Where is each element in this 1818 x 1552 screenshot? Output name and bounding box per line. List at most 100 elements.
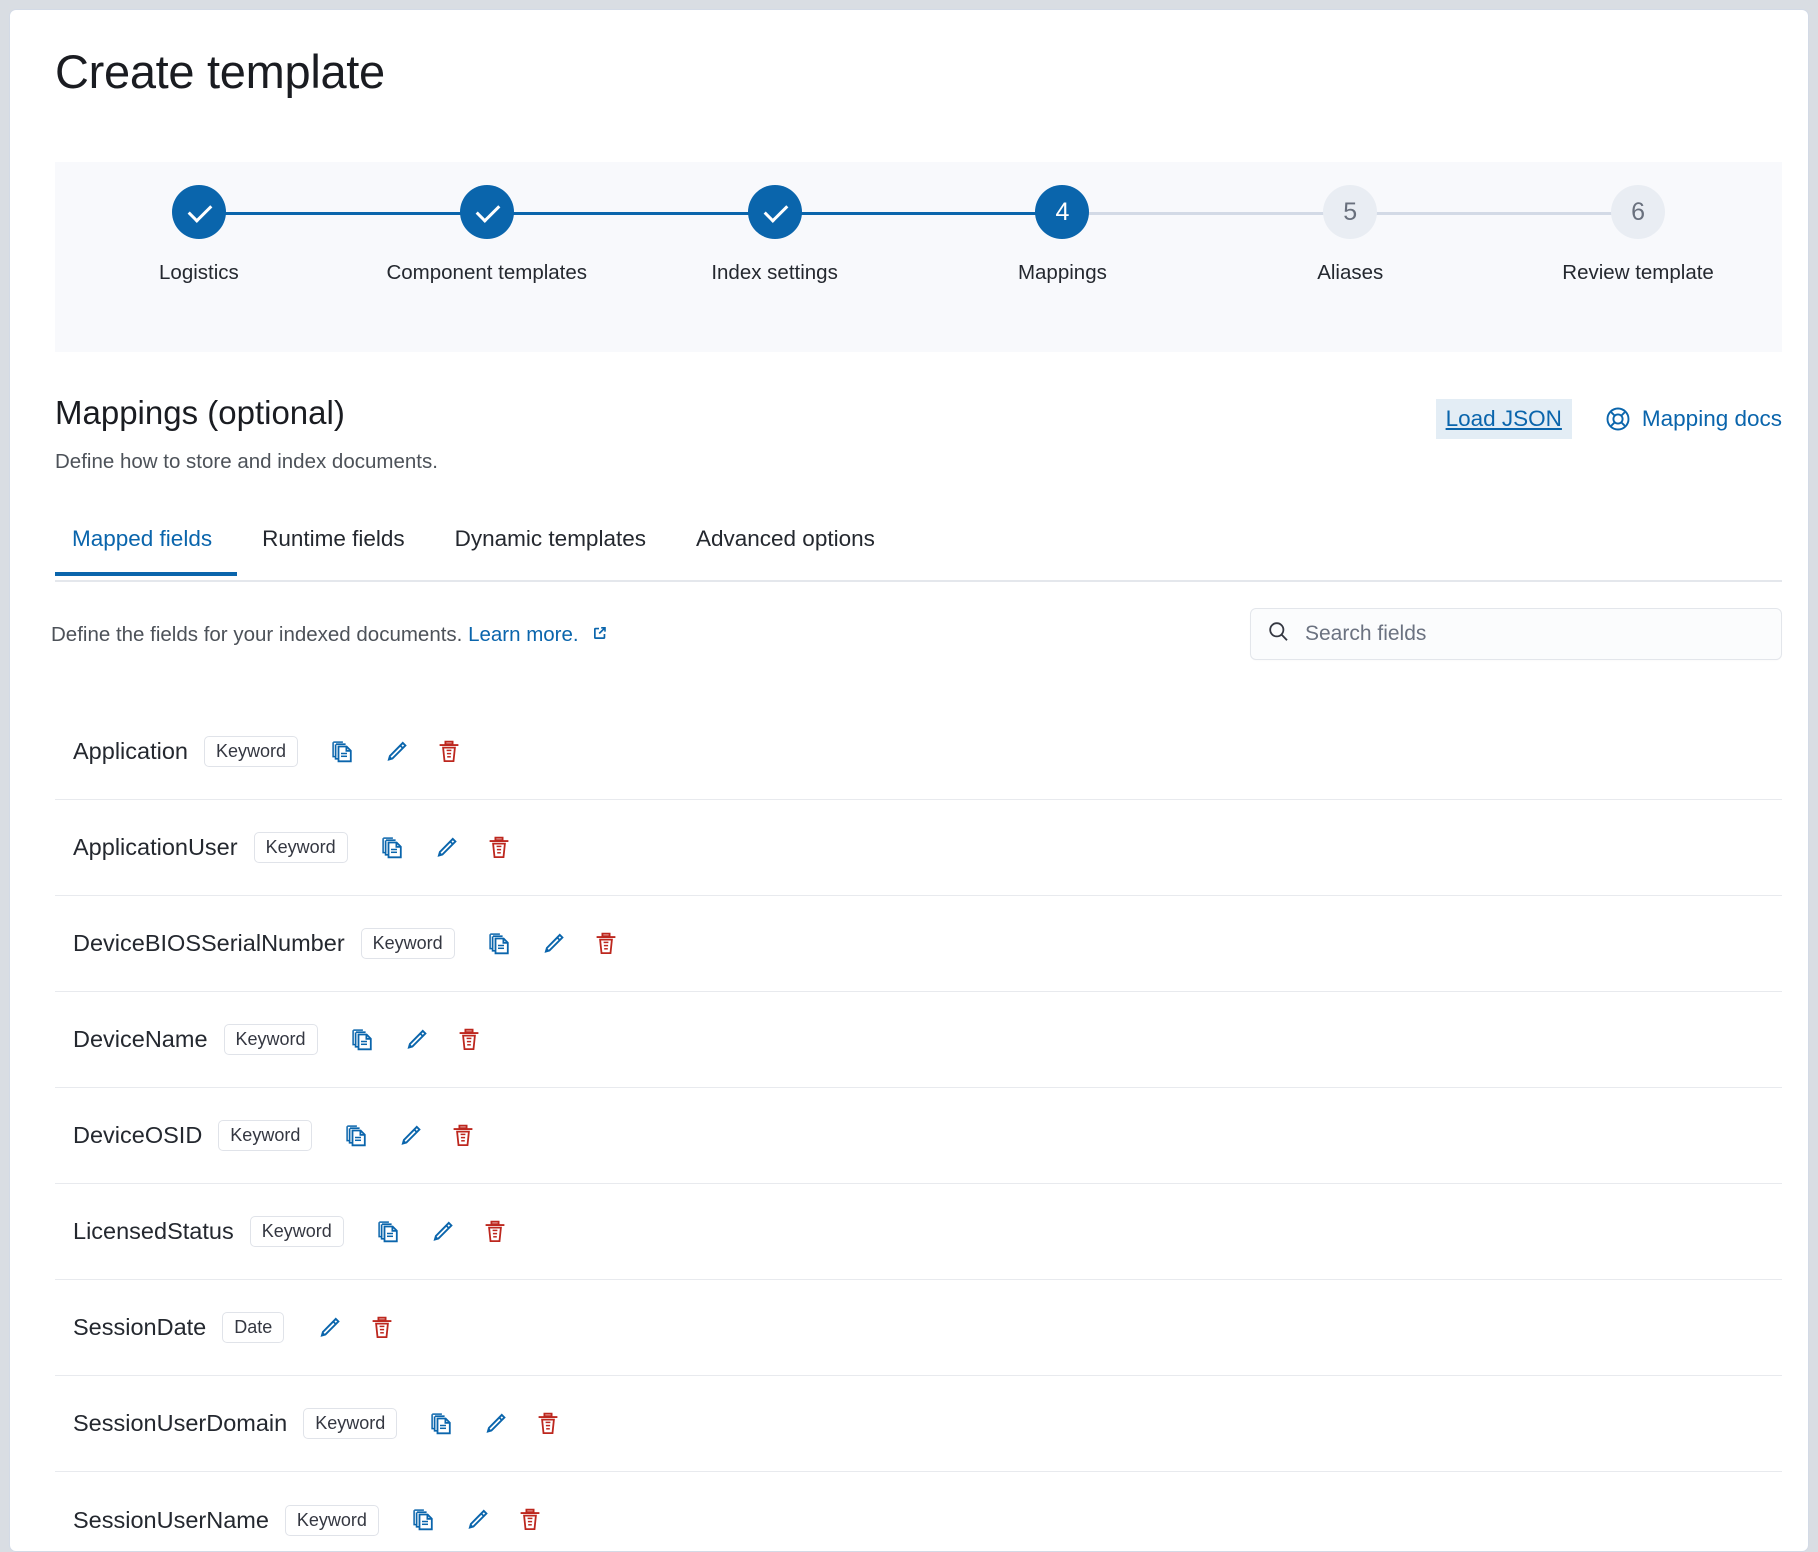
mapping-docs-link[interactable]: Mapping docs bbox=[1605, 406, 1782, 432]
documents-copy-icon[interactable] bbox=[427, 1409, 457, 1439]
tab-runtime-fields[interactable]: Runtime fields bbox=[237, 526, 430, 574]
documents-copy-icon[interactable] bbox=[485, 929, 515, 959]
stepper-step-label: Mappings bbox=[942, 257, 1182, 288]
section-header-actions: Load JSON Mapping docs bbox=[1436, 399, 1782, 439]
field-name: ApplicationUser bbox=[73, 834, 238, 861]
pencil-edit-icon[interactable] bbox=[431, 833, 461, 863]
pencil-edit-icon[interactable] bbox=[462, 1505, 492, 1535]
field-name: DeviceBIOSSerialNumber bbox=[73, 930, 345, 957]
learn-more-label: Learn more. bbox=[468, 623, 579, 646]
field-type-badge: Date bbox=[222, 1312, 284, 1343]
table-row: DeviceOSIDKeyword bbox=[55, 1088, 1782, 1184]
stepper-step-component-templates[interactable]: Component templates bbox=[367, 162, 607, 288]
pencil-edit-icon[interactable] bbox=[395, 1121, 425, 1151]
trash-delete-icon[interactable] bbox=[434, 737, 464, 767]
step-number: 4 bbox=[1035, 185, 1089, 239]
trash-delete-icon[interactable] bbox=[484, 833, 514, 863]
section-subtitle: Define how to store and index documents. bbox=[55, 450, 1782, 474]
documents-copy-icon[interactable] bbox=[342, 1121, 372, 1151]
external-link-icon bbox=[590, 623, 610, 649]
field-row-actions bbox=[374, 1217, 510, 1247]
table-row: LicensedStatus Keyword bbox=[55, 1184, 1782, 1280]
table-row: SessionDate Date bbox=[55, 1280, 1782, 1376]
fields-description-text: Define the fields for your indexed docum… bbox=[51, 623, 462, 646]
field-name: SessionUserDomain bbox=[73, 1410, 287, 1437]
section-header: Mappings (optional) Define how to store … bbox=[55, 393, 1782, 474]
trash-delete-icon[interactable] bbox=[454, 1025, 484, 1055]
wizard-stepper: Logistics Component templates Index settin… bbox=[55, 162, 1782, 352]
field-row-actions bbox=[427, 1409, 563, 1439]
trash-delete-icon[interactable] bbox=[591, 929, 621, 959]
field-name: SessionUserName bbox=[73, 1507, 269, 1534]
tab-mapped-fields[interactable]: Mapped fields bbox=[55, 526, 237, 574]
table-row: DeviceName Keyword bbox=[55, 992, 1782, 1088]
table-row: Application Keyword bbox=[55, 704, 1782, 800]
table-row: SessionUserNameKeyword bbox=[55, 1472, 1782, 1552]
mapping-docs-label: Mapping docs bbox=[1642, 406, 1782, 432]
documents-copy-icon[interactable] bbox=[328, 737, 358, 767]
field-row-actions bbox=[314, 1313, 397, 1343]
documents-copy-icon[interactable] bbox=[348, 1025, 378, 1055]
field-type-badge: Keyword bbox=[254, 832, 348, 863]
table-row: SessionUserDomain Keyword bbox=[55, 1376, 1782, 1472]
stepper-step-label: Logistics bbox=[79, 257, 319, 288]
pencil-edit-icon[interactable] bbox=[538, 929, 568, 959]
field-row-actions bbox=[409, 1505, 545, 1535]
fields-description: Define the fields for your indexed docum… bbox=[51, 623, 610, 649]
trash-delete-icon[interactable] bbox=[515, 1505, 545, 1535]
load-json-button[interactable]: Load JSON bbox=[1436, 399, 1572, 439]
trash-delete-icon[interactable] bbox=[367, 1313, 397, 1343]
step-number: 6 bbox=[1611, 185, 1665, 239]
pencil-edit-icon[interactable] bbox=[401, 1025, 431, 1055]
mapped-fields-list: Application Keyword ApplicationUser Keyword… bbox=[55, 704, 1782, 1552]
page-title: Create template bbox=[55, 48, 385, 95]
trash-delete-icon[interactable] bbox=[480, 1217, 510, 1247]
field-name: LicensedStatus bbox=[73, 1218, 234, 1245]
field-type-badge: Keyword bbox=[204, 736, 298, 767]
search-input[interactable] bbox=[1303, 621, 1765, 647]
tab-advanced-options[interactable]: Advanced options bbox=[671, 526, 900, 574]
field-name: Application bbox=[73, 738, 188, 765]
table-row: ApplicationUser Keyword bbox=[55, 800, 1782, 896]
pencil-edit-icon[interactable] bbox=[314, 1313, 344, 1343]
field-row-actions bbox=[485, 929, 621, 959]
field-name: SessionDate bbox=[73, 1314, 206, 1341]
stepper-step-label: Component templates bbox=[367, 257, 607, 288]
step-number: 5 bbox=[1323, 185, 1377, 239]
create-template-window: Create template Logistics Component templ… bbox=[9, 9, 1809, 1552]
step-check-icon bbox=[172, 185, 226, 239]
field-row-actions bbox=[378, 833, 514, 863]
field-row-actions bbox=[328, 737, 464, 767]
tab-dynamic-templates[interactable]: Dynamic templates bbox=[430, 526, 671, 574]
field-type-badge: Keyword bbox=[303, 1408, 397, 1439]
stepper-step-label: Aliases bbox=[1230, 257, 1470, 288]
step-check-icon bbox=[460, 185, 514, 239]
documents-copy-icon[interactable] bbox=[409, 1505, 439, 1535]
field-row-actions bbox=[342, 1121, 478, 1151]
trash-delete-icon[interactable] bbox=[448, 1121, 478, 1151]
search-icon bbox=[1267, 620, 1290, 648]
field-type-badge: Keyword bbox=[224, 1024, 318, 1055]
documents-copy-icon[interactable] bbox=[374, 1217, 404, 1247]
step-check-icon bbox=[748, 185, 802, 239]
stepper-step-label: Index settings bbox=[655, 257, 895, 288]
table-row: DeviceBIOSSerialNumber Keyword bbox=[55, 896, 1782, 992]
stepper-step-logistics[interactable]: Logistics bbox=[79, 162, 319, 288]
stepper-step-mappings[interactable]: 4 Mappings bbox=[942, 162, 1182, 288]
documents-copy-icon[interactable] bbox=[378, 833, 408, 863]
pencil-edit-icon[interactable] bbox=[427, 1217, 457, 1247]
learn-more-link[interactable]: Learn more. bbox=[468, 623, 579, 646]
field-name: DeviceName bbox=[73, 1026, 208, 1053]
field-name: DeviceOSID bbox=[73, 1122, 202, 1149]
trash-delete-icon[interactable] bbox=[533, 1409, 563, 1439]
stepper-step-index-settings[interactable]: Index settings bbox=[655, 162, 895, 288]
pencil-edit-icon[interactable] bbox=[480, 1409, 510, 1439]
lifebuoy-help-icon bbox=[1605, 406, 1631, 432]
search-fields-box[interactable] bbox=[1250, 608, 1782, 660]
mappings-tabs: Mapped fieldsRuntime fieldsDynamic templ… bbox=[55, 526, 1782, 582]
stepper-step-review-template[interactable]: 6Review template bbox=[1518, 162, 1758, 288]
pencil-edit-icon[interactable] bbox=[381, 737, 411, 767]
field-type-badge: Keyword bbox=[361, 928, 455, 959]
field-type-badge: Keyword bbox=[250, 1216, 344, 1247]
stepper-step-aliases[interactable]: 5 Aliases bbox=[1230, 162, 1470, 288]
